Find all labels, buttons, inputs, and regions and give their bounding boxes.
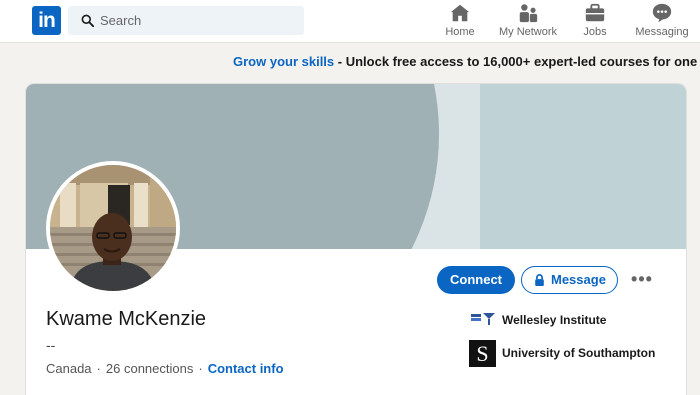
promo-highlight-link[interactable]: Grow your skills <box>233 54 334 69</box>
message-button[interactable]: Message <box>521 266 618 294</box>
nav-label: Jobs <box>583 26 607 38</box>
nav-label: Messaging <box>635 26 689 38</box>
org-name: Wellesley Institute <box>502 313 607 327</box>
profile-card: Connect Message ••• Kwame McKenzie -- Ca… <box>26 84 686 395</box>
promo-banner[interactable]: Grow your skills - Unlock free access to… <box>0 44 700 80</box>
linkedin-logo[interactable]: in <box>32 6 61 35</box>
contact-info-link[interactable]: Contact info <box>208 361 284 376</box>
profile-name: Kwame McKenzie <box>46 308 207 330</box>
nav-messaging[interactable]: Messaging <box>635 2 689 42</box>
nav-jobs[interactable]: Jobs <box>580 2 610 42</box>
top-navigation-bar: in Home My Network Jobs <box>0 0 700 43</box>
connect-button[interactable]: Connect <box>437 266 515 294</box>
messaging-icon <box>652 3 672 23</box>
nav-my-network[interactable]: My Network <box>497 2 559 42</box>
lock-icon <box>535 274 544 286</box>
separator-dot: · <box>96 361 101 376</box>
more-actions-button[interactable]: ••• <box>628 266 656 294</box>
nav-label: Home <box>445 26 475 38</box>
search-input[interactable] <box>100 6 300 35</box>
profile-photo <box>50 165 176 291</box>
nav-label: My Network <box>498 26 558 38</box>
search-box[interactable] <box>68 6 304 35</box>
profile-avatar[interactable] <box>46 161 180 295</box>
profile-headline: -- <box>46 337 56 353</box>
nav-home[interactable]: Home <box>443 2 477 42</box>
my-network-icon <box>519 4 538 23</box>
profile-meta: Canada · 26 connections · Contact info <box>46 361 284 376</box>
search-icon <box>81 14 94 27</box>
southampton-logo: S <box>469 340 496 367</box>
home-icon <box>450 4 470 22</box>
profile-connections: 26 connections <box>105 361 194 376</box>
profile-location: Canada <box>46 361 92 376</box>
jobs-icon <box>585 3 605 22</box>
promo-text: - Unlock free access to 16,000+ expert-l… <box>334 54 700 69</box>
org-name: University of Southampton <box>502 346 656 360</box>
separator-dot: · <box>198 361 203 376</box>
message-button-label: Message <box>551 272 606 287</box>
wellesley-logo <box>471 313 495 325</box>
